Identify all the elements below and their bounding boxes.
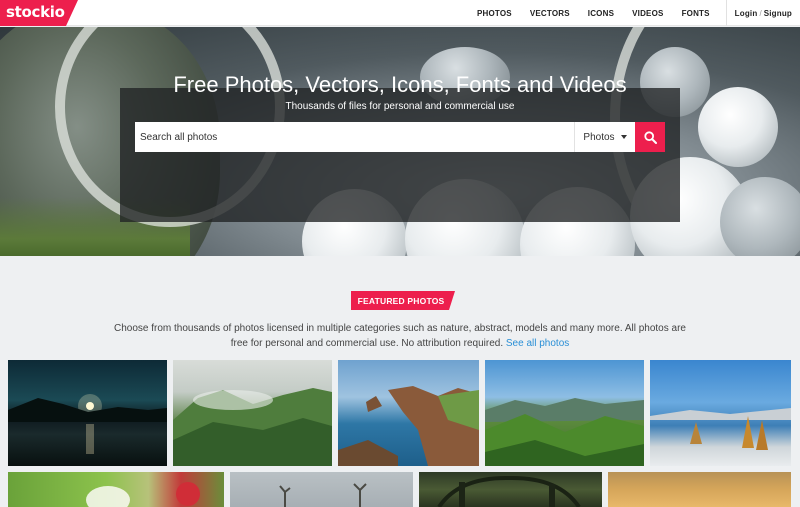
hero-title: Free Photos, Vectors, Icons, Fonts and V… bbox=[173, 72, 627, 97]
photo-night-lake[interactable] bbox=[8, 360, 167, 466]
login-link[interactable]: Login bbox=[735, 9, 758, 18]
photo-flower-closeup[interactable] bbox=[8, 472, 224, 507]
photo-misty-forest-hills[interactable] bbox=[173, 360, 332, 466]
category-select-value: Photos bbox=[583, 131, 615, 143]
auth-separator: / bbox=[759, 8, 762, 18]
branches-art bbox=[279, 483, 367, 507]
caret-down-icon bbox=[620, 135, 627, 139]
photo-lake-autumn-trees[interactable] bbox=[650, 360, 791, 466]
main-nav: PHOTOS VECTORS ICONS VIDEOS FONTS Login … bbox=[468, 0, 800, 26]
lake-trees-art bbox=[650, 408, 791, 450]
featured-description-text: free for personal and commercial use. No… bbox=[230, 338, 504, 349]
photo-dark-forest[interactable] bbox=[419, 472, 602, 507]
photo-sunset-sky[interactable] bbox=[608, 472, 791, 507]
signup-link[interactable]: Signup bbox=[764, 9, 792, 18]
category-select[interactable]: Photos bbox=[574, 122, 635, 152]
nav-videos[interactable]: VIDEOS bbox=[623, 9, 672, 18]
flower-art bbox=[86, 482, 200, 507]
featured-badge: FEATURED PHOTOS bbox=[357, 296, 445, 306]
nav-photos[interactable]: PHOTOS bbox=[468, 9, 521, 18]
misty-forest-art bbox=[173, 388, 332, 466]
featured-description-line2: free for personal and commercial use. No… bbox=[0, 336, 800, 351]
nav-vectors[interactable]: VECTORS bbox=[521, 9, 579, 18]
auth-links: Login / Signup bbox=[727, 9, 800, 18]
coastal-cliffs-art bbox=[338, 386, 479, 466]
search-icon bbox=[643, 130, 657, 144]
search-button[interactable] bbox=[635, 122, 665, 152]
night-lake-art bbox=[8, 394, 167, 454]
nav-fonts[interactable]: FONTS bbox=[673, 9, 719, 18]
green-valley-art bbox=[485, 398, 644, 466]
search-bar: Photos bbox=[135, 122, 665, 152]
search-input[interactable] bbox=[135, 122, 574, 152]
photo-green-valley[interactable] bbox=[485, 360, 644, 466]
see-all-photos-link[interactable]: See all photos bbox=[506, 338, 569, 349]
nav-icons[interactable]: ICONS bbox=[579, 9, 623, 18]
hero-subtitle: Thousands of files for personal and comm… bbox=[285, 101, 515, 112]
logo-text: stockio bbox=[6, 3, 65, 21]
photo-coastal-cliffs[interactable] bbox=[338, 360, 479, 466]
top-navbar: stockio PHOTOS VECTORS ICONS VIDEOS FONT… bbox=[0, 0, 800, 26]
featured-description-line1: Choose from thousands of photos licensed… bbox=[114, 323, 686, 334]
photo-branches-sky[interactable] bbox=[230, 472, 413, 507]
featured-description: Choose from thousands of photos licensed… bbox=[0, 321, 800, 351]
dark-forest-art bbox=[437, 475, 581, 507]
golf-ball bbox=[698, 87, 778, 167]
logo[interactable]: stockio bbox=[0, 0, 78, 26]
